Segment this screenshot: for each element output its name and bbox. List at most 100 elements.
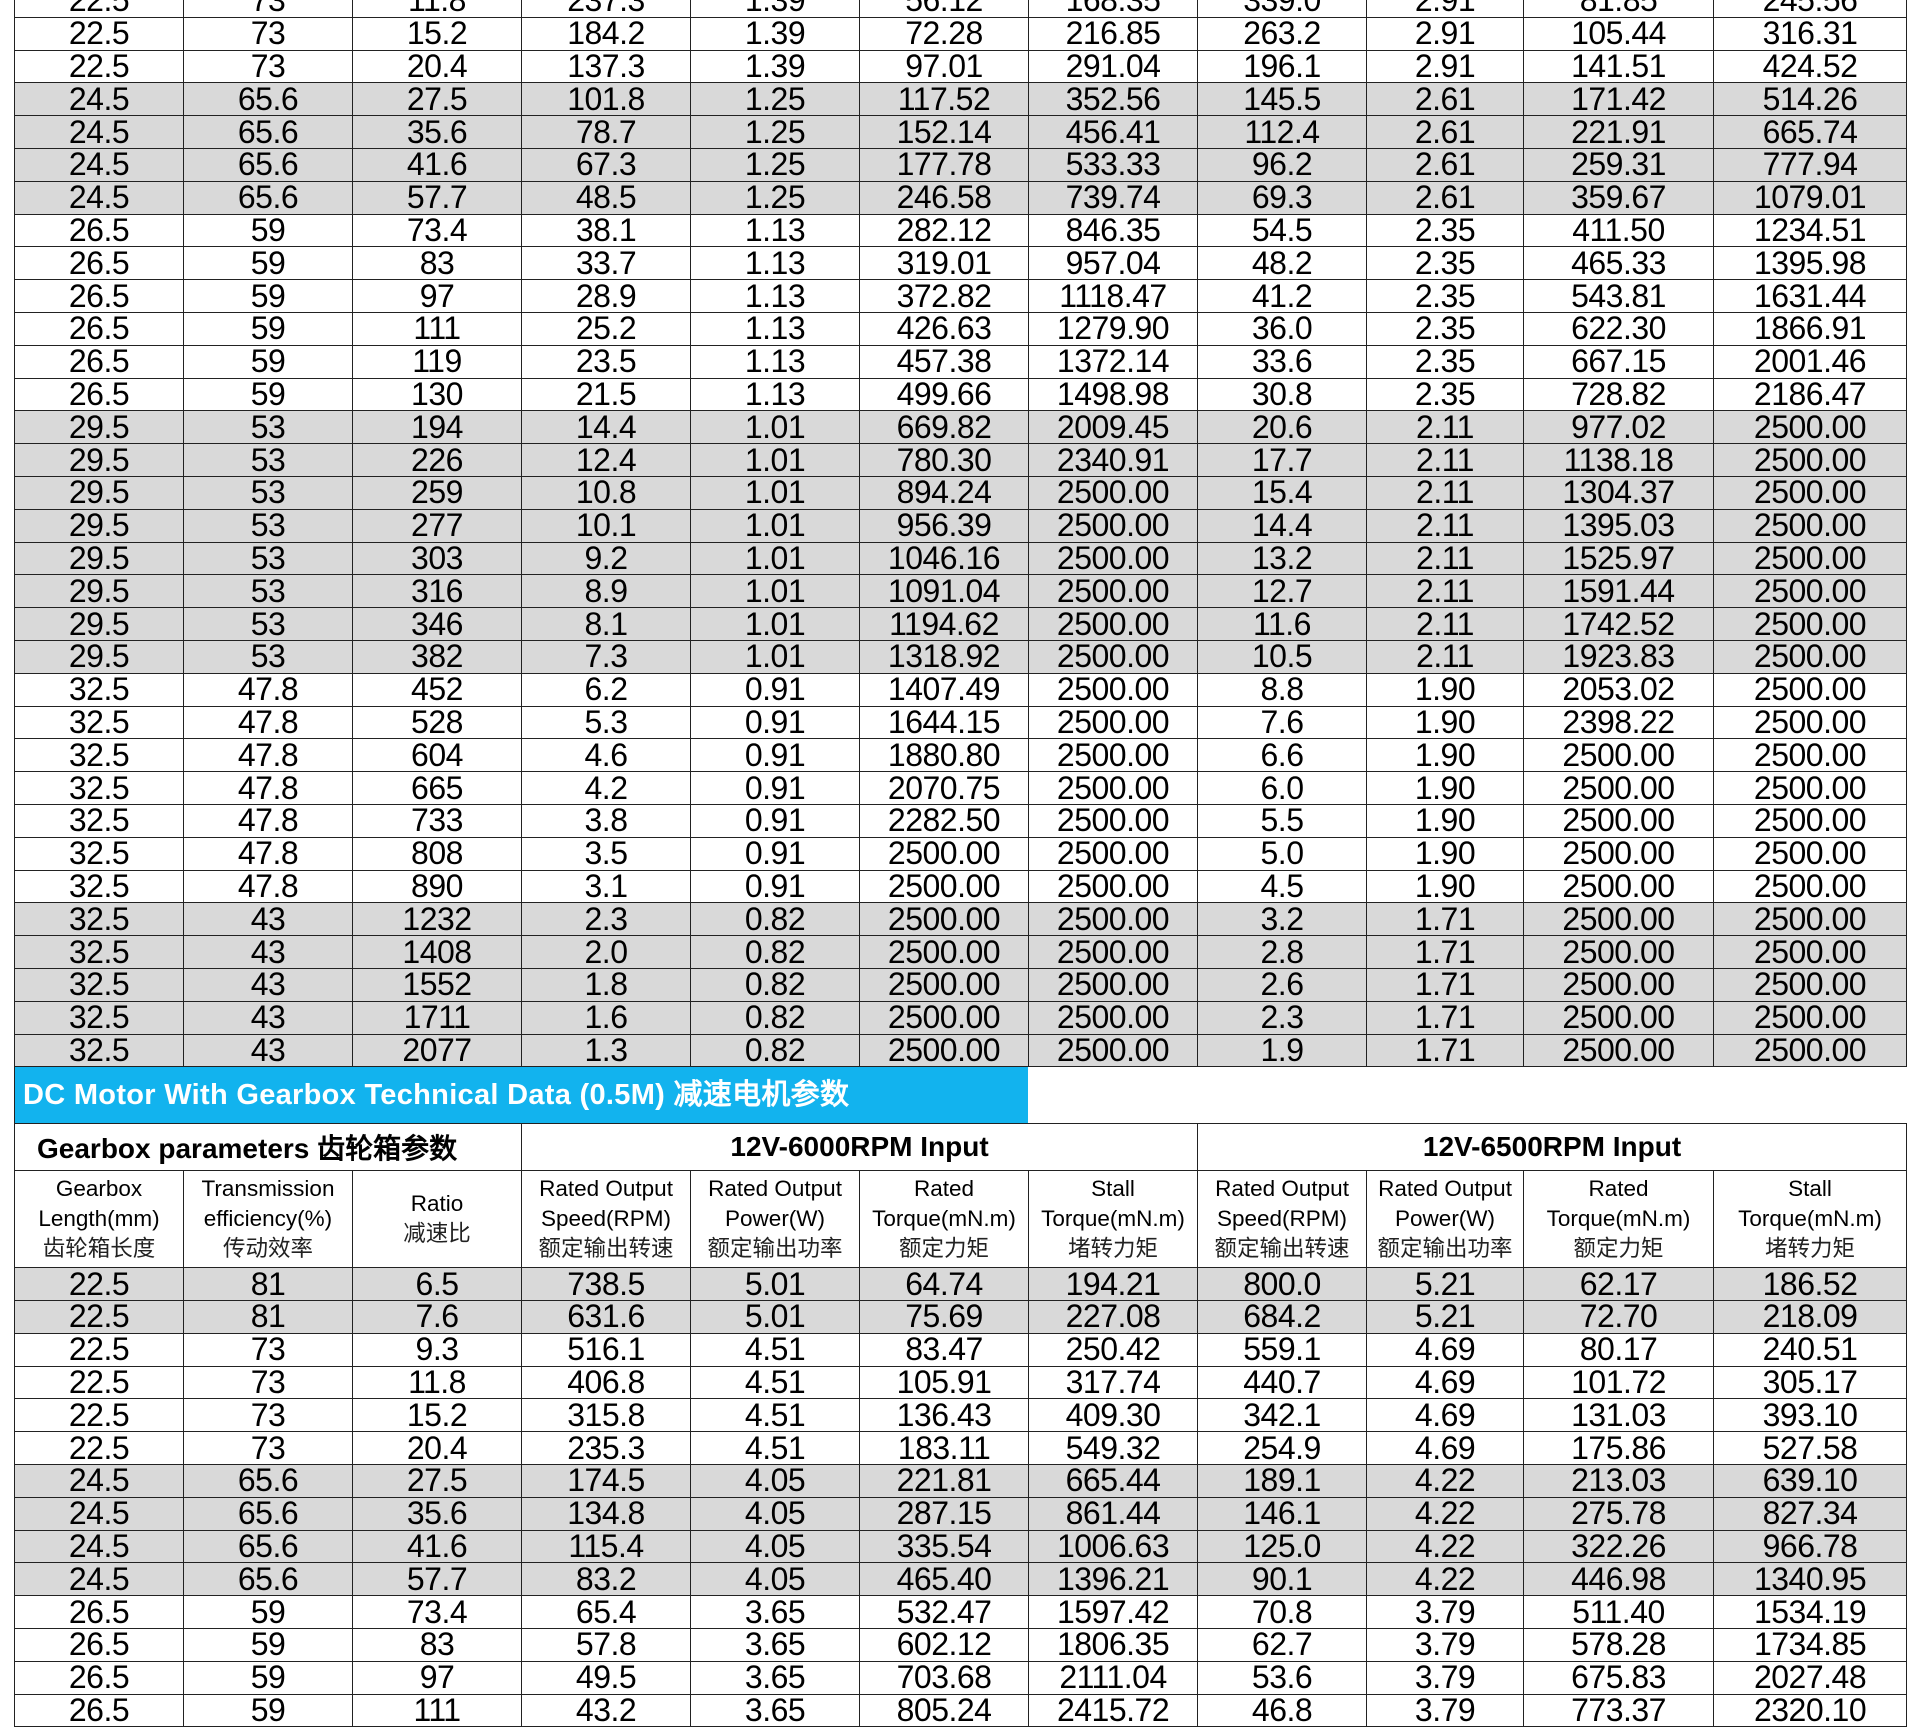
table-cell: 53	[183, 541, 353, 576]
table-cell: 966.78	[1713, 1529, 1908, 1564]
table-cell: 175.86	[1523, 1431, 1715, 1466]
table-cell: 2500.00	[1028, 607, 1198, 641]
table-row: 32.5 47.8 890 3.1 0.91 2500.00 2500.00 4.5 1.90 2…	[14, 869, 1907, 904]
table-cell: 73	[183, 49, 353, 84]
table-cell: 303	[352, 541, 522, 576]
column-header: Rated Output Power(W) 额定输出功率	[1366, 1170, 1525, 1269]
table-cell: 0.91	[690, 705, 860, 740]
table-cell: 533.33	[1028, 147, 1198, 182]
table-cell: 2500.00	[859, 1000, 1029, 1035]
table-cell: 1138.18	[1523, 443, 1714, 477]
table-cell: 2500.00	[1713, 705, 1907, 740]
table-cell: 3.79	[1366, 1660, 1525, 1695]
table-cell: 259	[352, 475, 522, 510]
table-cell: 26.5	[14, 213, 184, 248]
table-cell: 8.1	[521, 607, 691, 641]
top-data-table: 22.57311.8237.31.3956.12168.35339.02.918…	[14, 0, 1907, 1068]
table-cell: 4.6	[521, 738, 691, 773]
table-row: 26.5 59 73.4 38.1 1.13 282.12 846.35 54.5 2.35 41…	[14, 213, 1907, 248]
table-cell: 65.6	[183, 1464, 353, 1498]
table-cell: 0.82	[690, 902, 860, 937]
table-cell: 263.2	[1197, 16, 1367, 51]
column-header: Rated Torque(mN.m) 额定力矩	[859, 1170, 1030, 1269]
table-row: 22.5 73 15.2 184.2 1.39 72.28 216.85 263.2 2.91 1…	[14, 16, 1907, 51]
table-cell: 32.5	[14, 902, 184, 937]
table-cell: 72.70	[1523, 1300, 1715, 1334]
table-cell: 728.82	[1523, 377, 1714, 412]
table-cell: 846.35	[1028, 213, 1198, 248]
table-cell: 83	[351, 1628, 523, 1662]
table-row: 22.57311.8237.31.3956.12168.35339.02.918…	[14, 0, 1907, 18]
table-cell: 29.5	[14, 639, 184, 674]
table-cell: 83	[352, 246, 522, 281]
input-6500rpm-header: 12V-6500RPM Input	[1197, 1123, 1908, 1172]
table-cell: 26.5	[14, 1628, 184, 1662]
table-cell: 1.3	[521, 1033, 691, 1068]
table-cell: 2500.00	[1713, 508, 1907, 543]
table-cell: 2.91	[1366, 16, 1524, 51]
table-cell: 514.26	[1713, 82, 1907, 117]
table-cell: 411.50	[1523, 213, 1714, 248]
table-cell: 73	[183, 16, 353, 51]
table-cell: 2500.00	[1713, 902, 1907, 937]
table-cell: 29.5	[14, 475, 184, 510]
column-header-cn: 额定输出功率	[1377, 1236, 1513, 1262]
table-cell: 4.69	[1366, 1332, 1525, 1367]
table-cell: 24.5	[14, 147, 184, 182]
column-header-cn: 额定力矩	[1573, 1236, 1664, 1262]
table-cell: 440.7	[1197, 1365, 1368, 1400]
table-cell: 35.6	[352, 115, 522, 149]
table-cell: 4.22	[1366, 1562, 1525, 1597]
table-cell: 8.8	[1197, 672, 1367, 707]
table-cell: 426.63	[859, 311, 1029, 346]
table-cell: 339.0	[1197, 0, 1367, 18]
table-row: 32.5 43 1232 2.3 0.82 2500.00 2500.00 3.2 1.71 25…	[14, 902, 1907, 937]
table-row: 29.5 53 382 7.3 1.01 1318.92 2500.00 10.5 2.11 19…	[14, 639, 1907, 674]
table-cell: 528	[352, 705, 522, 740]
table-cell: 20.6	[1197, 410, 1367, 445]
table-cell: 12.7	[1197, 574, 1367, 609]
table-cell: 1118.47	[1028, 279, 1198, 313]
table-cell: 305.17	[1713, 1365, 1908, 1400]
table-cell: 43	[183, 935, 353, 969]
table-cell: 32.5	[14, 738, 184, 773]
table-cell: 4.22	[1366, 1496, 1525, 1531]
table-row: 32.5 47.8 452 6.2 0.91 1407.49 2500.00 8.8 1.90 2…	[14, 672, 1907, 707]
table-cell: 194	[352, 410, 522, 445]
table-cell: 291.04	[1028, 49, 1198, 84]
table-cell: 67.3	[521, 147, 691, 182]
table-cell: 2.35	[1366, 279, 1524, 313]
table-cell: 1.71	[1366, 967, 1524, 1002]
table-cell: 32.5	[14, 672, 184, 707]
table-cell: 631.6	[521, 1300, 692, 1334]
table-cell: 9.2	[521, 541, 691, 576]
table-cell: 32.5	[14, 705, 184, 740]
table-cell: 0.82	[690, 1000, 860, 1035]
table-cell: 29.5	[14, 607, 184, 641]
table-cell: 2.35	[1366, 213, 1524, 248]
table-cell: 43	[183, 967, 353, 1002]
table-cell: 35.6	[351, 1496, 523, 1531]
table-cell: 406.8	[521, 1365, 692, 1400]
column-header-en: Rated Output Speed(RPM)	[1215, 1176, 1349, 1232]
table-cell: 527.58	[1713, 1431, 1908, 1466]
table-row: 22.5 81 6.5 738.5 5.01 64.74 194.21 800.0 5.21 62…	[14, 1267, 1908, 1302]
table-cell: 83.47	[859, 1332, 1030, 1367]
section-banner-row: DC Motor With Gearbox Technical Data (0.…	[14, 1067, 1906, 1124]
table-cell: 3.5	[521, 836, 691, 871]
table-cell: 2500.00	[1713, 1000, 1907, 1035]
table-cell: 47.8	[183, 869, 353, 904]
table-cell: 0.82	[690, 935, 860, 969]
table-cell: 25.2	[521, 311, 691, 346]
table-cell: 117.52	[859, 82, 1029, 117]
table-cell: 41.2	[1197, 279, 1367, 313]
table-row: 26.5 59 83 57.8 3.65 602.12 1806.35 62.7 3.79 578…	[14, 1628, 1908, 1662]
table-cell: 53	[183, 574, 353, 609]
column-header-cn: 堵转力矩	[1068, 1236, 1159, 1262]
table-cell: 54.5	[1197, 213, 1367, 248]
table-row: 32.5 47.8 808 3.5 0.91 2500.00 2500.00 5.0 1.90 2…	[14, 836, 1907, 871]
table-cell: 2500.00	[1713, 771, 1907, 805]
table-cell: 65.6	[183, 115, 353, 149]
table-cell: 97	[352, 279, 522, 313]
table-cell: 2500.00	[859, 902, 1029, 937]
